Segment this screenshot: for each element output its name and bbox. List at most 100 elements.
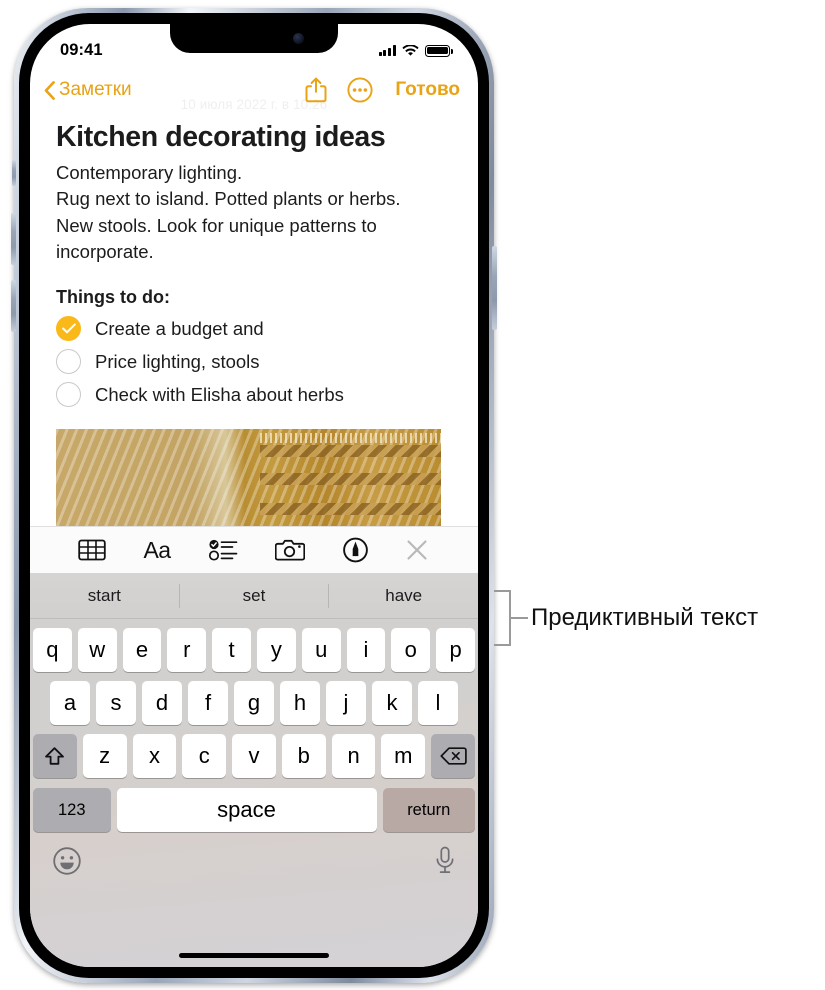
emoji-button[interactable]	[52, 846, 82, 881]
key-k[interactable]: k	[372, 681, 412, 725]
emoji-smiley-icon	[53, 847, 81, 875]
key-x[interactable]: x	[132, 734, 177, 778]
key-r[interactable]: r	[167, 628, 207, 672]
key-q[interactable]: q	[33, 628, 72, 672]
text-format-button[interactable]: Aa	[143, 536, 171, 564]
space-key[interactable]: space	[116, 788, 377, 832]
cellular-bars-icon	[378, 45, 396, 56]
dictation-button[interactable]	[434, 846, 456, 881]
annotation-label: Предиктивный текст	[531, 604, 759, 631]
key-v[interactable]: v	[232, 734, 276, 778]
shift-key[interactable]	[32, 734, 77, 778]
key-h[interactable]: h	[280, 681, 320, 725]
predictive-text-bar: start set have	[30, 573, 478, 619]
table-button[interactable]	[78, 538, 107, 562]
checklist-item-label: Create a budget and	[95, 317, 264, 339]
key-b[interactable]: b	[281, 734, 326, 778]
callout-leader-line	[511, 616, 528, 620]
iphone-device-frame: 09:41 Заметки Готово 10 июля 2022 г. в 1…	[11, 8, 497, 983]
volume-down-button[interactable]	[11, 280, 16, 332]
checkbox-checked[interactable]	[56, 316, 81, 342]
text-format-icon: Aa	[143, 536, 171, 563]
note-line: Rug next to island. Potted plants or her…	[56, 188, 401, 210]
status-time: 09:41	[60, 41, 103, 59]
markup-button[interactable]	[342, 537, 369, 563]
key-f[interactable]: f	[188, 681, 228, 725]
back-to-notes-button[interactable]: Заметки	[44, 79, 132, 101]
key-s[interactable]: s	[96, 681, 136, 725]
photo-attachment[interactable]	[56, 429, 441, 540]
close-icon	[407, 540, 428, 560]
key-e[interactable]: e	[122, 628, 162, 672]
checklist-heading: Things to do:	[56, 287, 170, 308]
key-p[interactable]: p	[436, 628, 475, 672]
return-key[interactable]: return	[382, 788, 475, 832]
checkbox-unchecked[interactable]	[56, 349, 81, 375]
key-y[interactable]: y	[257, 628, 296, 672]
checklist-item[interactable]: Create a budget and	[56, 316, 452, 342]
key-u[interactable]: u	[301, 628, 341, 672]
table-icon	[78, 539, 107, 561]
camera-icon	[274, 539, 305, 561]
key-o[interactable]: o	[391, 628, 431, 672]
checklist-icon	[208, 539, 237, 561]
note-title: Kitchen decorating ideas	[56, 121, 386, 153]
device-notch	[170, 24, 338, 53]
predictive-suggestion-1[interactable]: start	[30, 586, 179, 606]
key-m[interactable]: m	[381, 734, 426, 778]
markup-pen-icon	[342, 537, 368, 563]
photo-pattern-dots	[260, 433, 441, 444]
key-w[interactable]: w	[77, 628, 117, 672]
key-t[interactable]: t	[212, 628, 251, 672]
key-n[interactable]: n	[331, 734, 376, 778]
key-g[interactable]: g	[234, 681, 274, 725]
keyboard-bottom-row	[30, 832, 478, 881]
front-camera-icon	[293, 33, 304, 44]
microphone-icon	[436, 846, 454, 873]
keyboard-row-4: 123 space return	[30, 788, 478, 832]
delete-key[interactable]	[431, 734, 476, 778]
photo-pattern-zigzag	[260, 473, 441, 486]
chevron-left-icon	[44, 80, 55, 100]
key-a[interactable]: a	[50, 681, 90, 725]
silent-switch-button[interactable]	[12, 160, 16, 186]
keyboard-row-1: q w e r t y u i o p	[30, 628, 478, 672]
key-l[interactable]: l	[418, 681, 458, 725]
predictive-suggestion-3[interactable]: have	[329, 586, 478, 606]
more-options-button[interactable]	[347, 77, 373, 103]
keyboard-row-2: a s d f g h j k l	[30, 681, 478, 725]
battery-full-icon	[425, 44, 453, 57]
camera-button[interactable]	[274, 538, 305, 562]
checklist-item[interactable]: Price lighting, stools	[56, 349, 452, 375]
note-line: New stools. Look for unique patterns to	[56, 214, 377, 236]
checklist-item[interactable]: Check with Elisha about herbs	[56, 382, 452, 408]
navigation-bar: Заметки Готово	[30, 68, 478, 112]
done-button[interactable]: Готово	[395, 79, 460, 101]
key-z[interactable]: z	[82, 734, 127, 778]
device-black-bezel: 09:41 Заметки Готово 10 июля 2022 г. в 1…	[19, 13, 489, 978]
format-toolbar: Aa	[30, 526, 478, 573]
home-indicator[interactable]	[179, 953, 329, 958]
close-toolbar-button[interactable]	[405, 538, 429, 562]
key-j[interactable]: j	[326, 681, 366, 725]
key-i[interactable]: i	[346, 628, 386, 672]
phone-screen: 09:41 Заметки Готово 10 июля 2022 г. в 1…	[30, 24, 478, 967]
key-d[interactable]: d	[142, 681, 182, 725]
shift-up-arrow-icon	[45, 746, 65, 765]
key-c[interactable]: c	[182, 734, 227, 778]
note-line: Contemporary lighting.	[56, 162, 243, 183]
predictive-suggestion-2[interactable]: set	[180, 586, 329, 606]
photo-pattern-zigzag	[260, 445, 441, 458]
callout-bracket	[494, 590, 511, 646]
note-line: incorporate.	[56, 240, 154, 262]
device-screen-bezel: 09:41 Заметки Готово 10 июля 2022 г. в 1…	[30, 24, 478, 967]
power-button[interactable]	[492, 246, 497, 330]
share-button[interactable]	[305, 77, 327, 103]
volume-up-button[interactable]	[11, 213, 16, 265]
checkbox-unchecked[interactable]	[56, 382, 81, 408]
onscreen-keyboard: start set have q w e r t y u i o p a s d…	[30, 573, 478, 967]
checklist-button[interactable]	[208, 538, 238, 562]
checklist-item-label: Check with Elisha about herbs	[95, 383, 344, 405]
numbers-key[interactable]: 123	[33, 788, 111, 832]
annotation-callout: Предиктивный текст	[494, 590, 758, 646]
